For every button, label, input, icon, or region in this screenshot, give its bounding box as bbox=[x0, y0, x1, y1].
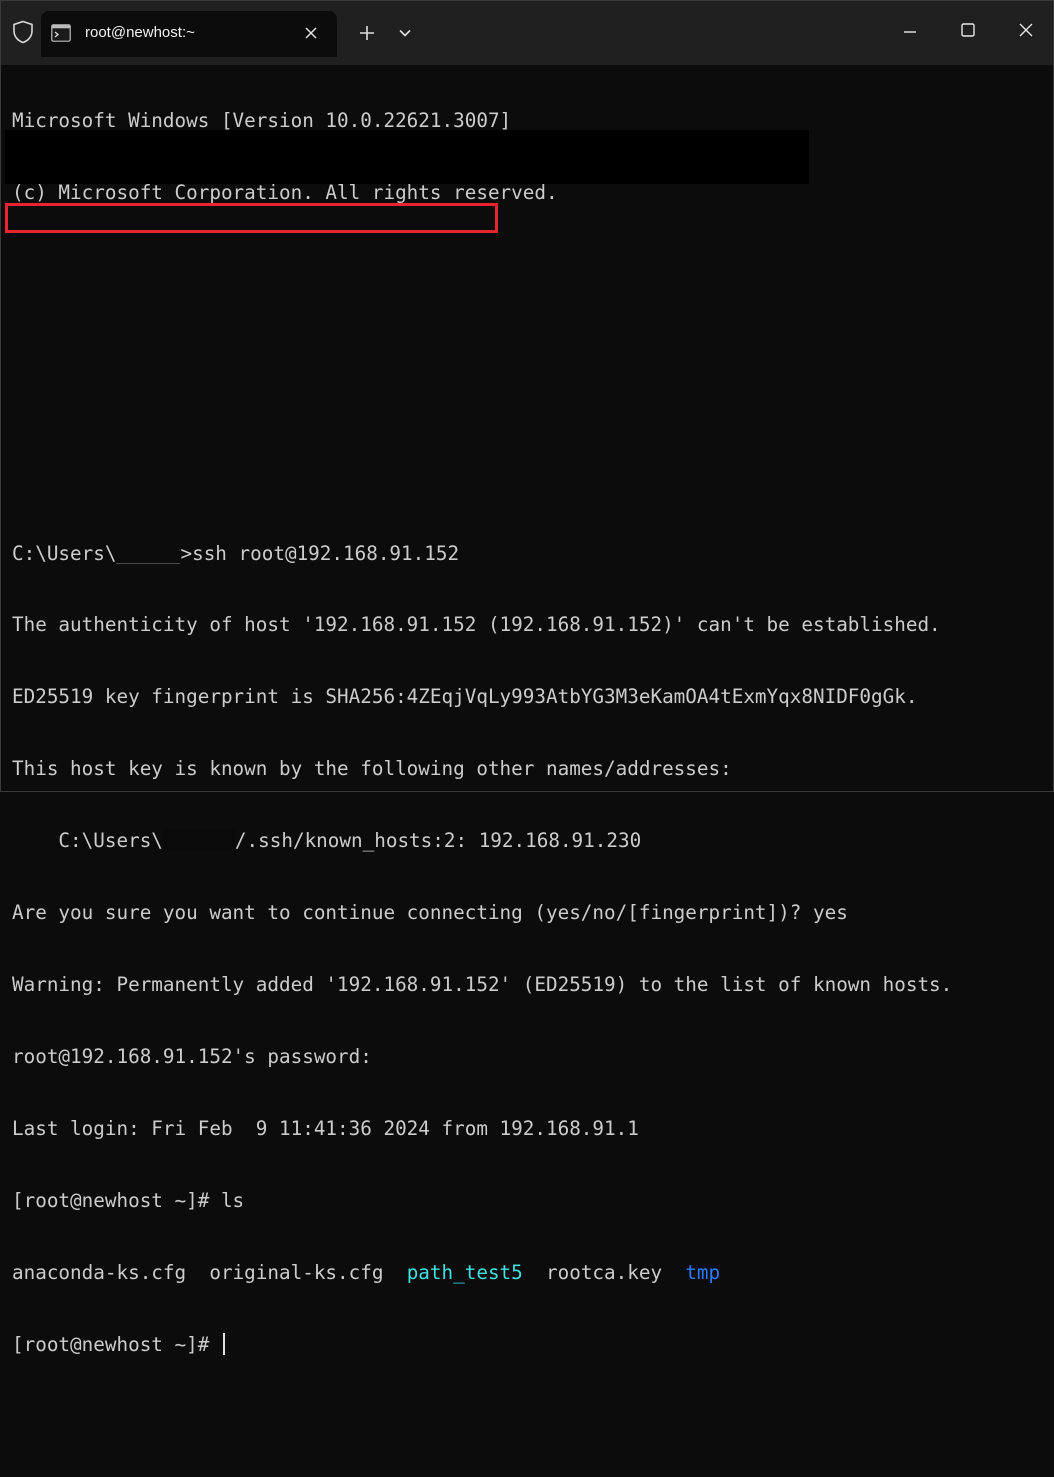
terminal-line: ED25519 key fingerprint is SHA256:4ZEqjV… bbox=[12, 685, 918, 708]
shield-icon[interactable] bbox=[12, 20, 34, 44]
terminal-line: root@192.168.91.152's password: bbox=[12, 1045, 372, 1068]
terminal-line: C:\Users\/.ssh/known_hosts:2: 192.168.91… bbox=[12, 829, 642, 852]
terminal-output[interactable]: Microsoft Windows [Version 10.0.22621.30… bbox=[5, 61, 1042, 1356]
terminal-icon bbox=[51, 24, 71, 42]
redacted-username bbox=[162, 829, 235, 851]
terminal-line: This host key is known by the following … bbox=[12, 757, 732, 780]
file-entry: anaconda-ks.cfg bbox=[12, 1261, 187, 1284]
tab-title: root@newhost:~ bbox=[85, 24, 195, 41]
ssh-command-line: C:\Users\ >ssh root@192.168.91.152 bbox=[12, 541, 460, 565]
close-icon[interactable] bbox=[303, 25, 319, 41]
file-entry: original-ks.cfg bbox=[209, 1261, 384, 1284]
terminal-line: [root@newhost ~]# ls bbox=[12, 1189, 245, 1212]
highlight-annotation bbox=[5, 203, 498, 233]
chevron-down-icon[interactable] bbox=[397, 25, 413, 41]
file-entry: rootca.key bbox=[546, 1261, 663, 1284]
maximize-icon[interactable] bbox=[955, 17, 981, 43]
tab-active[interactable]: root@newhost:~ bbox=[41, 11, 337, 57]
terminal-window: root@newhost:~ Microsoft Windows [Versio… bbox=[0, 0, 1054, 1356]
terminal-line: Warning: Permanently added '192.168.91.1… bbox=[12, 973, 953, 996]
terminal-line: The authenticity of host '192.168.91.152… bbox=[12, 613, 941, 636]
terminal-line: (c) Microsoft Corporation. All rights re… bbox=[12, 181, 558, 204]
text-cursor bbox=[222, 1333, 225, 1355]
close-icon[interactable] bbox=[1013, 17, 1039, 43]
terminal-line: Are you sure you want to continue connec… bbox=[12, 901, 848, 924]
ls-output: anaconda-ks.cfg original-ks.cfg path_tes… bbox=[12, 1261, 1042, 1285]
redacted-block bbox=[5, 130, 809, 184]
plus-icon[interactable] bbox=[357, 23, 377, 43]
title-bar[interactable]: root@newhost:~ bbox=[1, 1, 1053, 65]
terminal-line: Last login: Fri Feb 9 11:41:36 2024 from… bbox=[12, 1117, 639, 1140]
prompt-line[interactable]: [root@newhost ~]# bbox=[12, 1333, 1042, 1357]
directory-entry: tmp bbox=[685, 1261, 721, 1284]
directory-entry: path_test5 bbox=[406, 1261, 523, 1284]
redacted-username bbox=[116, 541, 181, 564]
minimize-icon[interactable] bbox=[897, 19, 923, 45]
